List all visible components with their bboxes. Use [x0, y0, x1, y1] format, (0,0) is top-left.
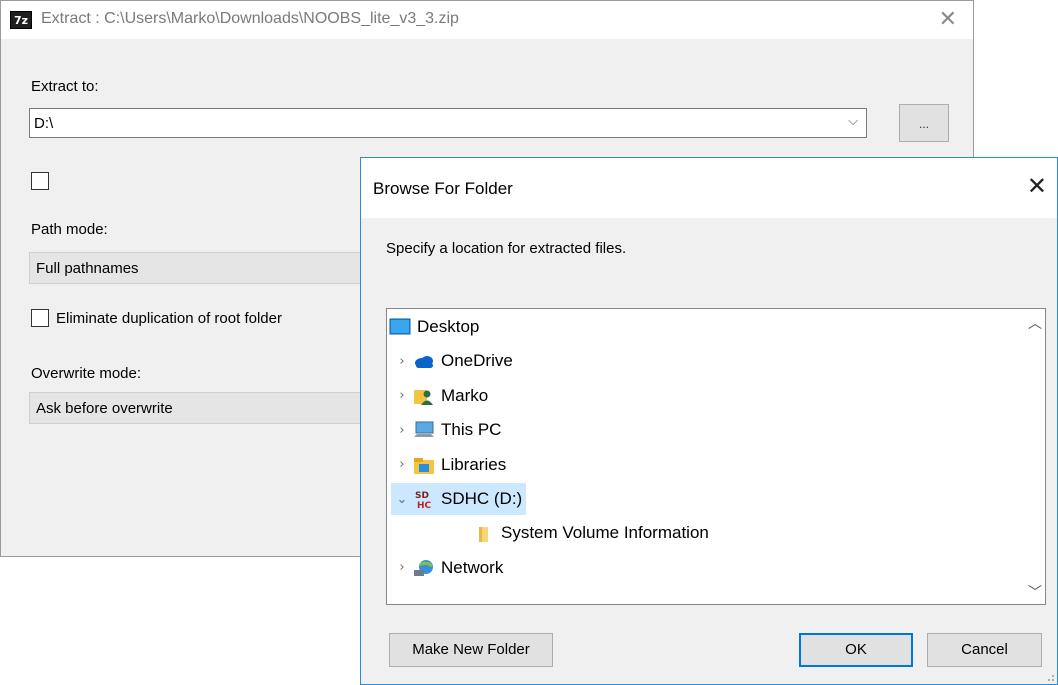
tree-item-label: SDHC (D:)	[441, 489, 523, 508]
path-mode-value: Full pathnames	[36, 260, 139, 277]
folder-icon	[473, 523, 495, 543]
eliminate-duplication-label[interactable]: Eliminate duplication of root folder	[56, 310, 282, 327]
eliminate-duplication-checkbox[interactable]	[31, 309, 49, 327]
tree-item-label: Libraries	[441, 454, 507, 474]
tree-item-libraries[interactable]: › Libraries	[391, 449, 510, 481]
path-mode-select[interactable]: Full pathnames	[29, 252, 389, 284]
chevron-down-icon[interactable]: ⌵	[848, 114, 858, 129]
scroll-up-icon[interactable]: ︿	[1028, 313, 1042, 333]
chevron-right-icon[interactable]: ›	[391, 560, 413, 575]
tree-item-onedrive[interactable]: › OneDrive	[391, 345, 517, 377]
chevron-right-icon[interactable]: ›	[391, 354, 413, 369]
chevron-right-icon[interactable]: ›	[391, 423, 413, 438]
tree-item-marko[interactable]: › Marko	[391, 380, 492, 412]
onedrive-icon	[413, 351, 435, 371]
browse-instruction-text: Specify a location for extracted files.	[386, 240, 627, 257]
chevron-right-icon[interactable]: ›	[391, 457, 413, 472]
path-mode-label: Path mode:	[31, 221, 108, 238]
tree-item-network[interactable]: › Network	[391, 552, 507, 584]
user-folder-icon	[413, 386, 435, 406]
make-new-folder-button[interactable]: Make New Folder	[389, 633, 553, 667]
tree-item-this-pc[interactable]: › This PC	[391, 414, 505, 446]
tree-item-desktop[interactable]: Desktop	[389, 311, 483, 343]
extract-close-icon[interactable]: ✕	[939, 7, 957, 32]
resize-grip-icon[interactable]	[1045, 672, 1055, 682]
overwrite-mode-select[interactable]: Ask before overwrite	[29, 392, 389, 424]
extract-to-label: Extract to:	[31, 78, 99, 95]
browse-dialog-title: Browse For Folder	[373, 179, 513, 198]
tree-scrollbar[interactable]: ︿ ﹀	[1025, 309, 1045, 604]
tree-item-label: This PC	[441, 420, 502, 440]
scroll-down-icon[interactable]: ﹀	[1028, 582, 1042, 602]
extract-option-checkbox[interactable]	[31, 172, 49, 190]
overwrite-mode-label: Overwrite mode:	[31, 365, 142, 382]
this-pc-icon	[413, 420, 435, 440]
tree-item-label: Marko	[441, 385, 489, 405]
tree-item-label: System Volume Information	[501, 523, 709, 543]
desktop-icon	[389, 317, 411, 337]
ok-button[interactable]: OK	[799, 633, 913, 667]
browse-close-icon[interactable]: ✕	[1027, 172, 1047, 200]
cancel-button[interactable]: Cancel	[927, 633, 1042, 667]
sdhc-drive-icon: SD HC	[413, 489, 435, 511]
browse-path-button[interactable]: ...	[899, 104, 949, 142]
extract-path-combobox[interactable]: D:\ ⌵	[29, 108, 867, 138]
tree-item-label: Desktop	[417, 317, 480, 336]
network-icon	[413, 558, 435, 578]
extract-path-value[interactable]: D:\	[34, 115, 53, 132]
chevron-down-icon[interactable]: ⌄	[391, 492, 413, 507]
libraries-icon	[413, 455, 435, 475]
browse-for-folder-dialog: Browse For Folder ✕ Specify a location f…	[360, 157, 1058, 685]
browse-titlebar[interactable]: Browse For Folder ✕	[361, 158, 1057, 218]
tree-item-label: Network	[441, 557, 504, 577]
tree-item-label: OneDrive	[441, 351, 513, 371]
tree-item-system-volume-information[interactable]: System Volume Information	[451, 517, 713, 549]
extract-window-title: Extract : C:\Users\Marko\Downloads\NOOBS…	[41, 10, 459, 27]
chevron-right-icon[interactable]: ›	[391, 388, 413, 403]
7zip-app-icon: 7z	[10, 11, 32, 29]
folder-tree[interactable]: Desktop › OneDrive › Marko › This PC › Libraries…	[386, 308, 1046, 605]
svg-text:HC: HC	[417, 501, 432, 509]
svg-text:SD: SD	[415, 491, 429, 501]
tree-item-sdhc-d[interactable]: ⌄ SD HC SDHC (D:)	[391, 483, 527, 515]
extract-titlebar[interactable]: 7z Extract : C:\Users\Marko\Downloads\NO…	[1, 1, 973, 39]
overwrite-mode-value: Ask before overwrite	[36, 400, 173, 417]
